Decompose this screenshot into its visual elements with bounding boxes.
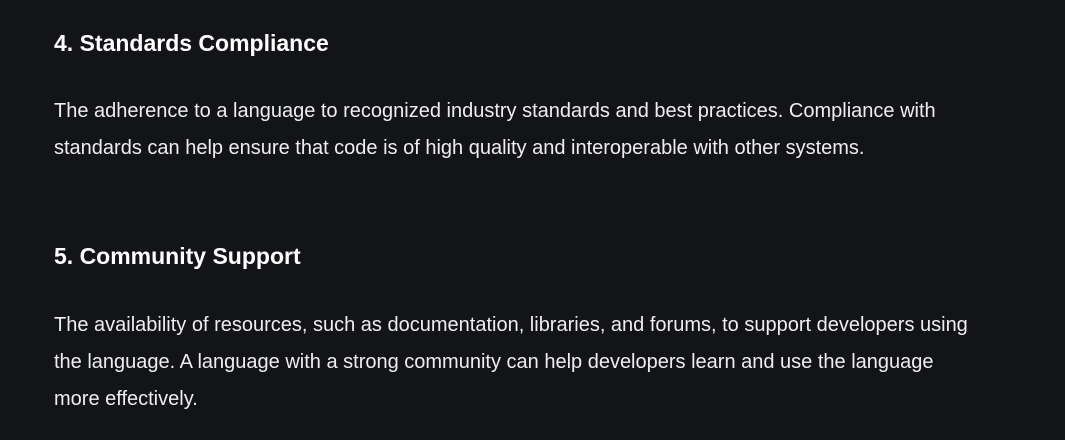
section-heading-community-support: 5. Community Support xyxy=(54,243,301,269)
section-paragraph-community-support: The availability of resources, such as d… xyxy=(54,314,968,410)
section-paragraph-standards-compliance: The adherence to a language to recognize… xyxy=(54,100,936,159)
section-heading-standards-compliance: 4. Standards Compliance xyxy=(54,30,329,56)
